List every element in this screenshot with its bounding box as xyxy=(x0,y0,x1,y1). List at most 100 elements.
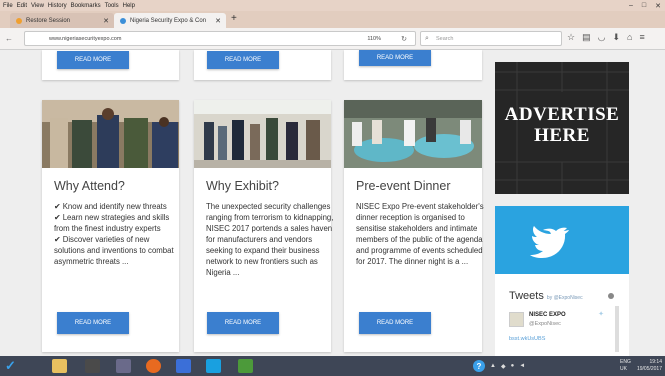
tweet-author-name[interactable]: NISEC EXPO xyxy=(529,312,566,318)
skype-icon[interactable] xyxy=(206,359,221,373)
site-favicon-icon xyxy=(120,17,126,24)
page-content: READ MORE READ MORE READ MORE Why Attend… xyxy=(0,50,665,356)
word-icon[interactable] xyxy=(176,359,191,373)
read-more-button[interactable]: READ MORE xyxy=(57,312,129,334)
tray-icon[interactable]: ◆ xyxy=(501,363,506,370)
card-body: ✔ Know and identify new threats ✔ Learn … xyxy=(54,201,182,267)
start-icon[interactable]: ✓ xyxy=(5,358,16,374)
media-player-icon[interactable] xyxy=(85,359,100,373)
close-tab-icon[interactable]: ✕ xyxy=(215,17,221,25)
menu-help[interactable]: Help xyxy=(123,3,135,9)
card-top-1: READ MORE xyxy=(42,50,179,80)
menu-file[interactable]: File xyxy=(3,3,13,9)
menu-bar: File Edit View History Bookmarks Tools H… xyxy=(0,0,665,11)
card-image-officials xyxy=(42,100,179,168)
menu-history[interactable]: History xyxy=(48,3,67,9)
tweet-link[interactable]: bsst.wkUsUBS xyxy=(509,336,545,342)
search-icon: ⌕ xyxy=(425,34,429,42)
menu-tools[interactable]: Tools xyxy=(105,3,119,9)
card-list-item: ✔ Discover varieties of new solutions an… xyxy=(54,235,174,266)
language-code: ENG xyxy=(620,359,631,365)
advertise-banner[interactable]: ADVERTISE HERE xyxy=(495,62,629,194)
read-more-button[interactable]: READ MORE xyxy=(207,51,279,69)
minimize-button[interactable]: – xyxy=(629,2,633,9)
reload-icon[interactable]: ↻ xyxy=(401,35,407,43)
url-text: www.nigeriasecurityexpo.com xyxy=(49,35,122,42)
close-window-button[interactable]: ✕ xyxy=(655,2,661,10)
tab-label: Nigeria Security Expo & Con xyxy=(130,17,207,24)
tab-label: Restore Session xyxy=(26,17,71,24)
search-placeholder: Search xyxy=(436,35,454,42)
maximize-button[interactable]: □ xyxy=(642,2,646,9)
advertise-line-2: HERE xyxy=(534,125,590,146)
tray-volume-icon[interactable]: ◄ xyxy=(519,363,525,369)
firefox-icon[interactable] xyxy=(146,359,161,373)
card-list-item: ✔ Know and identify new threats xyxy=(54,202,167,211)
card-title: Why Exhibit? xyxy=(206,179,279,193)
tray-icon[interactable]: ● xyxy=(511,363,515,369)
card-image-exhibition xyxy=(194,100,331,168)
card-body: The unexpected security challenges rangi… xyxy=(206,202,334,277)
twitter-bird-icon xyxy=(530,226,569,258)
close-tab-icon[interactable]: ✕ xyxy=(103,17,109,25)
twitter-timeline: Tweets by @ExpoNisec NISEC EXPO @ExpoNis… xyxy=(495,274,629,356)
url-bar[interactable]: www.nigeriasecurityexpo.com 110% ↻ xyxy=(24,31,416,46)
card-list-item: ✔ Learn new strategies and skills from t… xyxy=(54,213,170,233)
card-pre-event-dinner: Pre-event Dinner NISEC Expo Pre-event st… xyxy=(344,100,484,352)
menu-view[interactable]: View xyxy=(31,3,44,9)
tweets-title: Tweets xyxy=(509,290,544,302)
read-more-button[interactable]: READ MORE xyxy=(359,50,431,66)
system-tray: ? ▲ ◆ ● ◄ xyxy=(473,356,525,376)
help-icon[interactable]: ? xyxy=(473,360,485,372)
back-arrow-icon[interactable]: ← xyxy=(5,34,13,43)
taskbar: ✓ ? ▲ ◆ ● ◄ ENG UK 19:14 19/05/2017 xyxy=(0,356,665,376)
tweets-handle-link[interactable]: by @ExpoNisec xyxy=(547,295,583,301)
search-input[interactable]: ⌕ Search xyxy=(420,31,562,46)
tab-restore-session[interactable]: Restore Session ✕ xyxy=(10,13,114,28)
tab-bar: Restore Session ✕ Nigeria Security Expo … xyxy=(0,11,665,28)
file-explorer-icon[interactable] xyxy=(52,359,67,373)
clock-time: 19:14 xyxy=(649,359,662,365)
toolbar-icons: ☆ ▤ ◡ ⬇ ⌂ ≡ xyxy=(567,32,645,43)
read-more-button[interactable]: READ MORE xyxy=(57,51,129,69)
avatar[interactable] xyxy=(509,312,524,327)
navigation-bar: ← www.nigeriasecurityexpo.com 110% ↻ ⌕ S… xyxy=(0,28,665,50)
card-why-attend: Why Attend? ✔ Know and identify new thre… xyxy=(42,100,179,352)
new-tab-button[interactable]: + xyxy=(231,13,237,24)
window-controls: – □ ✕ xyxy=(629,0,661,11)
app-icon[interactable] xyxy=(238,359,253,373)
card-why-exhibit: Why Exhibit? The unexpected security cha… xyxy=(194,100,334,352)
reading-list-icon[interactable]: ▤ xyxy=(582,32,591,43)
app-icon[interactable] xyxy=(116,359,131,373)
card-image-dinner xyxy=(344,100,482,168)
menu-edit[interactable]: Edit xyxy=(17,3,27,9)
card-top-3: READ MORE xyxy=(344,50,482,80)
home-icon[interactable]: ⌂ xyxy=(627,32,632,43)
zoom-level[interactable]: 110% xyxy=(367,36,381,42)
read-more-button[interactable]: READ MORE xyxy=(359,312,431,334)
tab-nigeria-security-expo[interactable]: Nigeria Security Expo & Con ✕ xyxy=(114,13,226,28)
clock-date: 19/05/2017 xyxy=(636,366,662,372)
read-more-button[interactable]: READ MORE xyxy=(207,312,279,334)
menu-bookmarks[interactable]: Bookmarks xyxy=(71,3,101,9)
tweets-heading: Tweets by @ExpoNisec xyxy=(509,290,583,302)
advertise-line-1: ADVERTISE xyxy=(504,104,620,125)
twitter-banner[interactable] xyxy=(495,206,629,274)
card-title: Why Attend? xyxy=(54,179,125,193)
card-top-2: READ MORE xyxy=(194,50,331,80)
download-icon[interactable]: ⬇ xyxy=(612,32,620,43)
menu-hamburger-icon[interactable]: ≡ xyxy=(639,32,644,43)
card-title: Pre-event Dinner xyxy=(356,179,451,193)
warning-icon xyxy=(16,17,22,24)
advertise-text: ADVERTISE HERE xyxy=(495,104,629,146)
tweets-scrollbar[interactable] xyxy=(615,306,619,352)
twitter-small-icon: ✦ xyxy=(598,311,604,318)
card-body: NISEC Expo Pre-event stakeholder's dinne… xyxy=(356,202,484,266)
bookmark-star-icon[interactable]: ☆ xyxy=(567,32,575,43)
tweet-author-handle[interactable]: @ExpoNisec xyxy=(529,321,561,327)
clock[interactable]: 19:14 19/05/2017 xyxy=(637,359,662,373)
info-icon[interactable] xyxy=(608,293,614,299)
input-language[interactable]: ENG UK xyxy=(620,359,631,373)
pocket-icon[interactable]: ◡ xyxy=(598,32,606,43)
tray-network-icon[interactable]: ▲ xyxy=(490,363,496,369)
